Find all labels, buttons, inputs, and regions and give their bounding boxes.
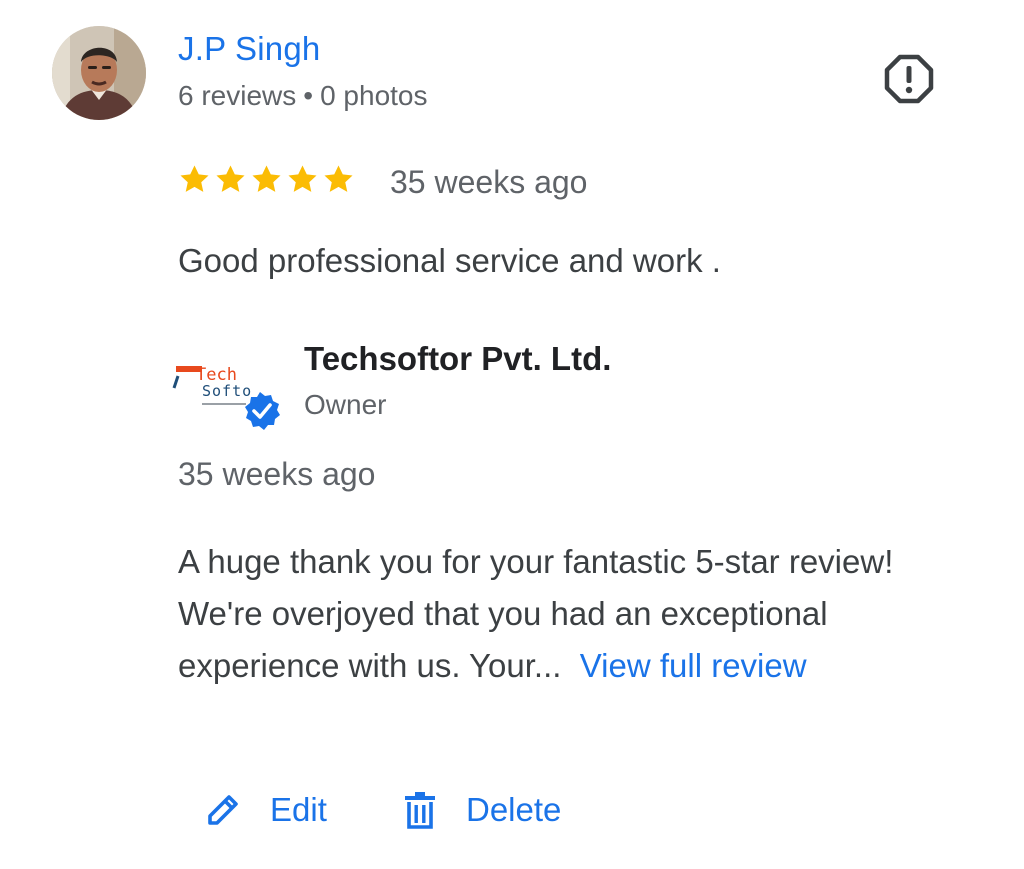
edit-label: Edit [270, 791, 327, 828]
delete-label: Delete [466, 791, 562, 828]
reviewer-stats: 6 reviews • 0 photos [178, 80, 428, 112]
star-icon [216, 165, 245, 192]
exclamation-octagon-icon[interactable] [884, 54, 934, 104]
owner-reply-text: A huge thank you for your fantastic 5-st… [178, 536, 938, 692]
review-text: Good professional service and work . [178, 242, 721, 279]
techsoftor-logo-icon: Tech Softo [170, 352, 286, 432]
owner-business-name: Techsoftor Pvt. Ltd. [304, 340, 612, 377]
review-timestamp: 35 weeks ago [390, 164, 588, 200]
edit-button[interactable]: Edit [204, 782, 327, 838]
reviewer-photo-count: 0 photos [320, 80, 428, 111]
star-rating [178, 163, 355, 203]
star-icon [252, 165, 281, 192]
pencil-icon [204, 791, 242, 829]
owner-role-label: Owner [304, 389, 387, 420]
meta-separator: • [303, 80, 314, 111]
delete-button[interactable]: Delete [404, 782, 561, 838]
reviewer-avatar[interactable] [52, 26, 146, 120]
trash-icon [404, 790, 436, 830]
view-full-review-link[interactable]: View full review [580, 647, 807, 684]
reviewer-name[interactable]: J.P Singh [178, 30, 320, 68]
reply-timestamp: 35 weeks ago [178, 456, 376, 492]
star-icon [180, 165, 209, 192]
reviewer-review-count: 6 reviews [178, 80, 297, 111]
star-icon [324, 165, 353, 192]
logo-text-softo: Softo [202, 382, 252, 400]
star-icon [288, 165, 317, 192]
